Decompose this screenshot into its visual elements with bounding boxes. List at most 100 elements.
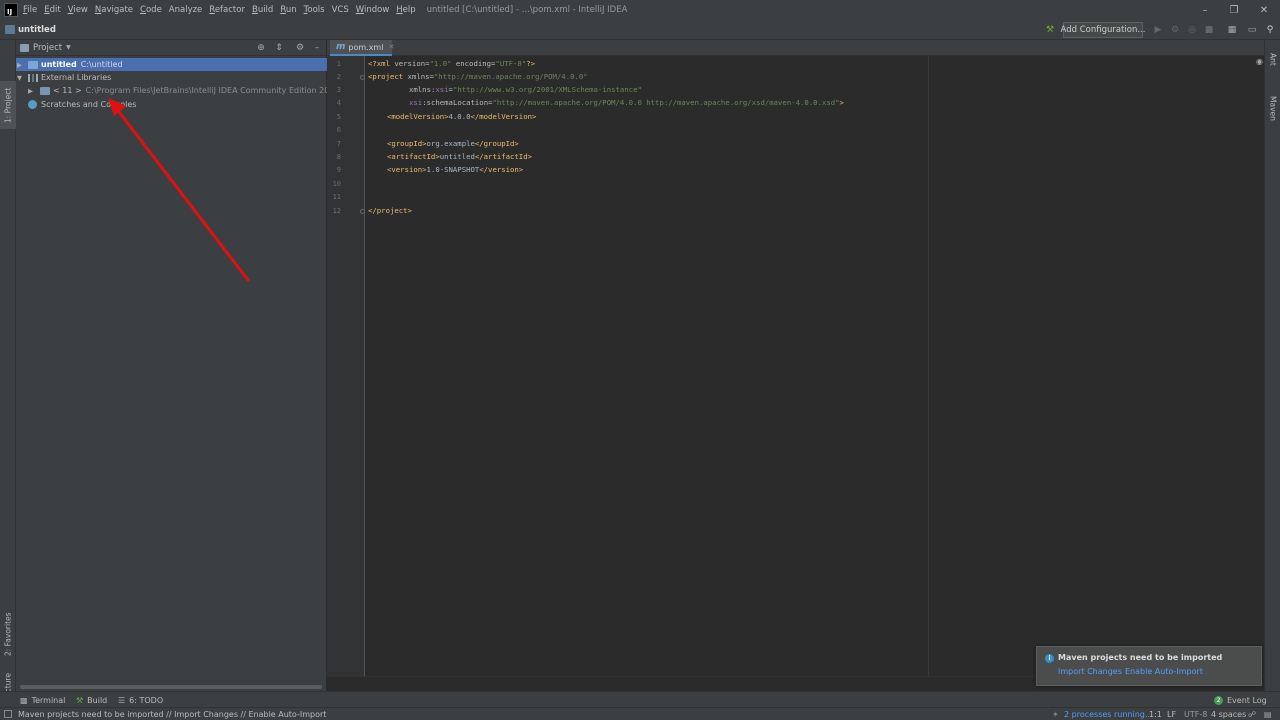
caret-position[interactable]: 1:1 (1149, 708, 1162, 720)
terminal-label: Terminal (31, 695, 66, 705)
code-token: xsi (435, 85, 449, 94)
indent-setting[interactable]: 4 spaces (1211, 708, 1246, 720)
enable-auto-import-link[interactable]: Enable Auto-Import (1125, 667, 1203, 676)
coverage-icon[interactable]: ◎ (1186, 24, 1198, 36)
hide-panel-icon[interactable]: – (310, 41, 324, 55)
fold-marker-project-close[interactable] (360, 209, 365, 214)
notification-title: Maven projects need to be imported (1058, 653, 1223, 662)
menu-run[interactable]: Run (280, 5, 296, 15)
gear-icon[interactable]: ⚙ (293, 41, 307, 55)
expand-arrow-icon[interactable]: ▶ (17, 61, 22, 69)
line-number: 11 (332, 193, 341, 201)
search-icon[interactable]: ⚲ (1264, 24, 1276, 36)
menu-vcs[interactable]: VCS (332, 5, 349, 15)
event-log-tab[interactable]: 2 Event Log (1214, 692, 1267, 708)
collapse-all-icon[interactable]: ⇕ (272, 41, 286, 55)
code-line-5: <modelVersion>4.0.0</modelVersion> (387, 110, 536, 123)
breadcrumb-project[interactable]: untitled (18, 25, 56, 35)
menu-navigate[interactable]: Navigate (95, 5, 133, 15)
todo-tab[interactable]: ☰ 6: TODO (118, 692, 163, 708)
code-token: encoding= (451, 59, 496, 68)
menu-window[interactable]: Window (356, 5, 390, 15)
file-encoding[interactable]: UTF-8 (1184, 708, 1207, 720)
hammer-build-icon[interactable]: ⚒ (1044, 24, 1056, 36)
stop-icon[interactable]: ■ (1203, 24, 1215, 36)
line-number: 5 (336, 113, 341, 121)
horizontal-scrollbar[interactable] (20, 685, 322, 689)
menu-tools[interactable]: Tools (304, 5, 325, 15)
tree-item-jdk[interactable]: ▶ < 11 > C:\Program Files\JetBrains\Intel… (16, 84, 327, 97)
tab-maven[interactable]: Maven (1265, 88, 1280, 128)
tab-pom-xml[interactable]: m pom.xml ✕ (330, 40, 394, 56)
line-number: 3 (336, 86, 341, 94)
line-number: 1 (336, 60, 341, 68)
code-line-8: <artifactId>untitled</artifactId> (387, 150, 532, 163)
terminal-tab[interactable]: ▩ Terminal (20, 692, 65, 708)
close-window-button[interactable]: ✕ (1249, 0, 1279, 20)
menu-code[interactable]: Code (140, 5, 162, 15)
code-token: </project> (368, 206, 412, 215)
tree-item-label: untitled C:\untitled (41, 60, 123, 69)
tree-item-scratches[interactable]: Scratches and Consoles (16, 98, 327, 111)
code-line-4: xsi:schemaLocation="http://maven.apache.… (409, 96, 844, 109)
status-message[interactable]: Maven projects need to be imported // Im… (18, 708, 326, 720)
chevron-down-icon[interactable]: ▼ (66, 44, 71, 51)
tab-label: pom.xml (348, 42, 384, 52)
event-log-count-badge: 2 (1214, 695, 1223, 705)
maven-import-notification: i Maven projects need to be imported Imp… (1036, 646, 1262, 686)
line-number: 10 (332, 180, 341, 188)
code-token: "http://www.w3.org/2001/XMLSchema-instan… (452, 85, 642, 94)
line-separator[interactable]: LF (1167, 708, 1176, 720)
editor-tabs: m pom.xml ✕ (327, 40, 1264, 56)
build-tab[interactable]: ⚒ Build (76, 692, 107, 708)
window-title: untitled [C:\untitled] - ...\pom.xml - I… (426, 5, 628, 15)
code-token: ?> (526, 59, 535, 68)
code-token: <?xml (368, 59, 395, 68)
toggle-tool-windows-icon[interactable] (4, 710, 12, 718)
code-editor[interactable]: <?xml version="1.0" encoding="UTF-8"?> <… (368, 56, 928, 676)
menu-view[interactable]: View (68, 5, 88, 15)
navigation-bar: untitled ⚒ Add Configuration... ▶ ⚙ ◎ ■ … (0, 20, 1280, 40)
background-processes[interactable]: 2 processes running... (1064, 708, 1153, 720)
code-token: version= (394, 59, 430, 68)
locate-icon[interactable]: ⊕ (254, 41, 268, 55)
menu-help[interactable]: Help (396, 5, 415, 15)
tree-item-label: Scratches and Consoles (41, 100, 137, 109)
line-number: 9 (336, 166, 341, 174)
tab-favorites[interactable]: 2: Favorites (0, 608, 16, 660)
close-tab-icon[interactable]: ✕ (388, 43, 394, 51)
lock-icon[interactable]: ☍ (1248, 708, 1256, 720)
code-token: "1.0" (429, 59, 452, 68)
minimize-button[interactable]: – (1190, 0, 1220, 20)
tree-item-untitled[interactable]: ▶ untitled C:\untitled (16, 58, 327, 71)
project-structure-icon[interactable]: ▦ (1226, 24, 1238, 36)
code-line-12: </project> (368, 204, 412, 217)
menu-build[interactable]: Build (252, 5, 273, 15)
bottom-tool-bar: ▩ Terminal ⚒ Build ☰ 6: TODO 2 Event Log (0, 691, 1280, 707)
code-token: 1.0-SNAPSHOT (426, 165, 480, 174)
menu-file[interactable]: File (23, 5, 37, 15)
debug-icon[interactable]: ⚙ (1169, 24, 1181, 36)
eye-icon[interactable]: ◉ (1256, 57, 1263, 66)
tree-item-external-libraries[interactable]: ▼ External Libraries (16, 71, 327, 84)
progress-spinner-icon: ✶ (1052, 710, 1059, 719)
menu-analyze[interactable]: Analyze (169, 5, 203, 15)
menu-refactor[interactable]: Refactor (209, 5, 245, 15)
layout-icon[interactable]: ▭ (1246, 24, 1258, 36)
menu-edit[interactable]: Edit (44, 5, 60, 15)
import-changes-link[interactable]: Import Changes (1058, 667, 1122, 676)
memory-indicator-icon[interactable]: ▤ (1264, 708, 1272, 720)
tab-ant[interactable]: Ant (1265, 46, 1280, 72)
project-panel: Project ▼ ⊕ ⇕ ⚙ – ▶ untitled C:\untitled … (16, 40, 327, 691)
maximize-button[interactable]: ❐ (1219, 0, 1249, 20)
code-token: <artifactId> (387, 152, 440, 161)
todo-label: 6: TODO (129, 695, 164, 705)
collapse-arrow-icon[interactable]: ▼ (17, 74, 22, 82)
add-configuration-button[interactable]: Add Configuration... (1061, 22, 1145, 38)
line-number: 12 (332, 207, 341, 215)
project-view-selector[interactable]: Project (33, 43, 62, 53)
fold-marker-project-open[interactable] (360, 75, 365, 80)
run-icon[interactable]: ▶ (1152, 24, 1164, 36)
tab-project[interactable]: 1: Project (0, 81, 16, 129)
expand-arrow-icon[interactable]: ▶ (28, 87, 33, 95)
